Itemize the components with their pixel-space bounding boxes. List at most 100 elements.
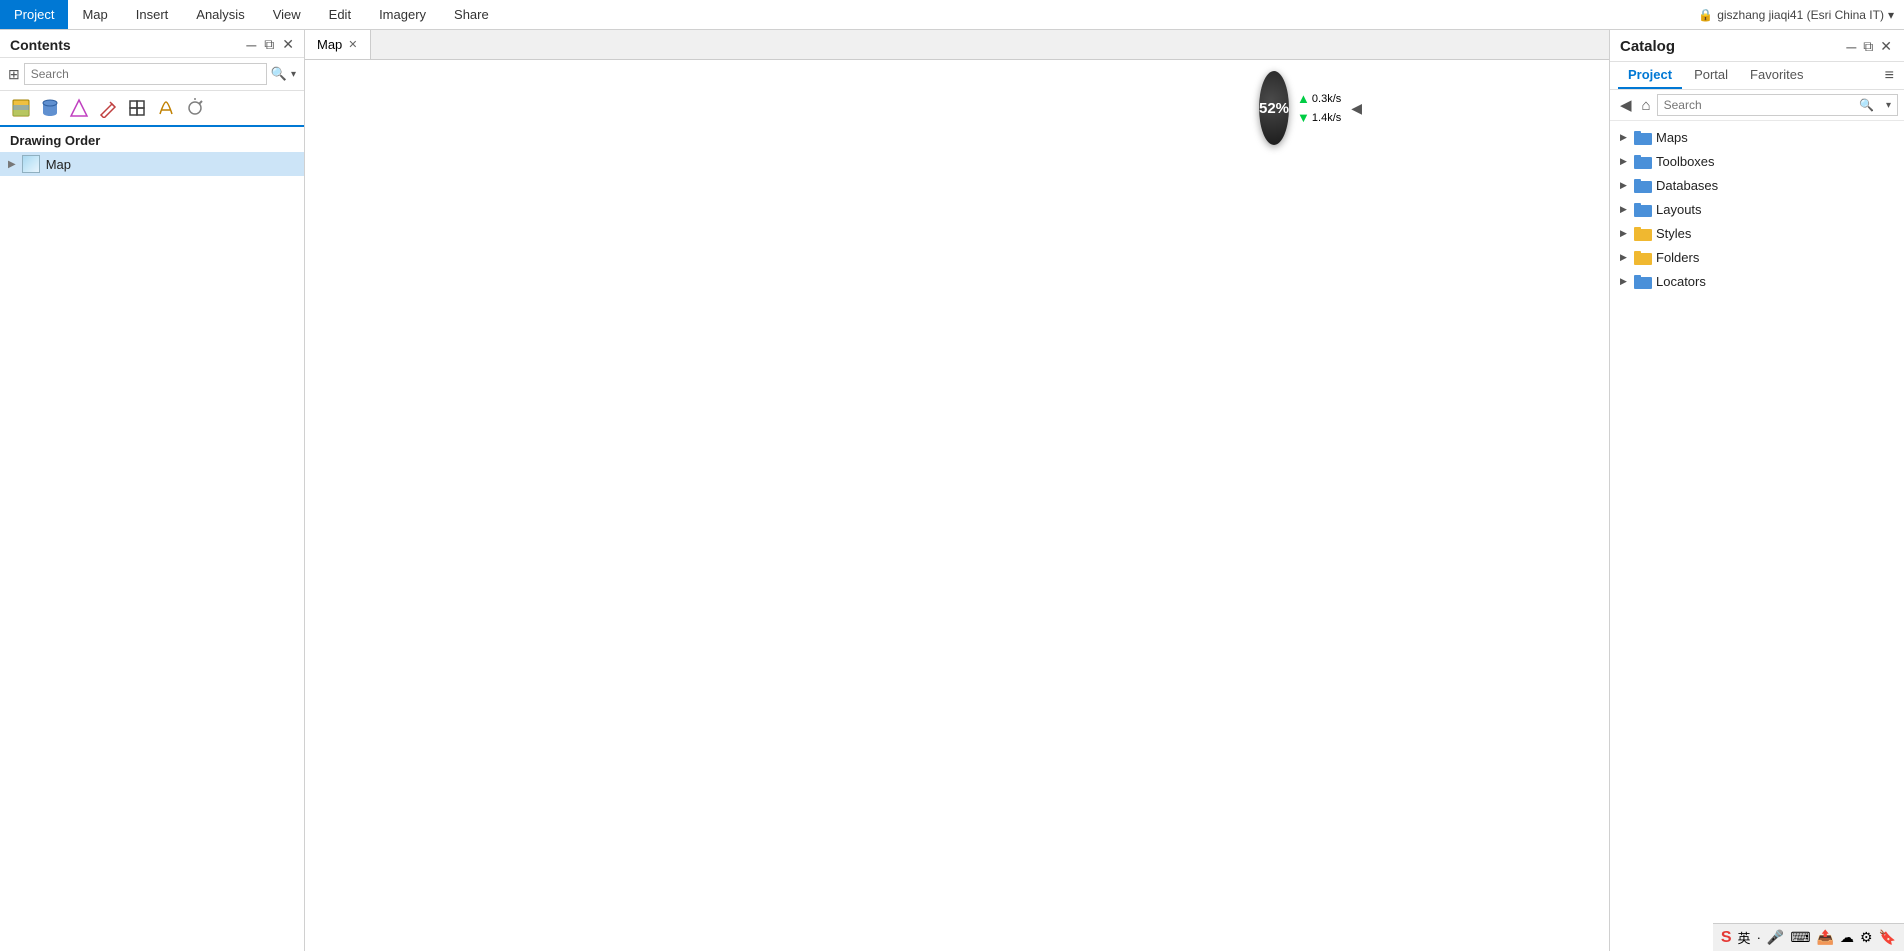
tree-expand-folders: ▶ [1620,252,1630,263]
group-button[interactable] [124,95,150,121]
catalog-header-icons: ─ ⧉ ✕ [1844,38,1894,55]
tree-item-locators[interactable]: ▶ Locators [1610,269,1904,293]
taskbar-cloud-icon[interactable]: ☁ [1840,929,1854,946]
tree-item-maps[interactable]: ▶ Maps [1610,125,1904,149]
tab-share[interactable]: Share [440,0,503,29]
catalog-search-input[interactable] [1658,95,1853,115]
contents-header: Contents ─ ⧉ ✕ [0,30,304,58]
upload-value: 0.3k/s [1312,93,1341,105]
contents-title: Contents [10,37,244,53]
tree-item-layouts[interactable]: ▶ Layouts [1610,197,1904,221]
taskbar-keyboard-icon[interactable]: ⌨ [1790,929,1810,946]
catalog-header: Catalog ─ ⧉ ✕ [1610,30,1904,62]
tab-insert[interactable]: Insert [122,0,183,29]
folder-icon-maps [1634,129,1652,145]
user-info: 🔒 giszhang jiaqi41 (Esri China IT) ▾ [1698,0,1904,29]
edit-button[interactable] [95,95,121,121]
catalog-tree: ▶ Maps ▶ Toolboxes ▶ Databases [1610,121,1904,951]
tab-edit[interactable]: Edit [315,0,365,29]
user-dropdown-icon[interactable]: ▾ [1888,8,1894,22]
ribbon: Project Map Insert Analysis View Edit Im… [0,0,1904,30]
perf-collapse-button[interactable]: ◀ [1351,100,1362,117]
contents-search-bar: ⊞ 🔍 ▾ [0,58,304,91]
contents-search-input[interactable] [24,63,267,85]
catalog-home-button[interactable]: ⌂ [1638,95,1655,116]
tab-project[interactable]: Project [0,0,68,29]
contents-close-button[interactable]: ✕ [280,36,296,53]
folder-icon-toolboxes [1634,153,1652,169]
catalog-float-button[interactable]: ⧉ [1861,38,1875,55]
layer-name-label: Map [46,157,71,172]
tree-expand-databases: ▶ [1620,180,1630,191]
database-button[interactable] [37,95,63,121]
contents-panel: Contents ─ ⧉ ✕ ⊞ 🔍 ▾ [0,30,305,951]
catalog-search-button[interactable]: 🔍 [1853,96,1880,114]
tree-label-folders: Folders [1656,250,1699,265]
tree-expand-layouts: ▶ [1620,204,1630,215]
tree-expand-locators: ▶ [1620,276,1630,287]
filter-icon: ⊞ [8,66,20,83]
folder-icon-locators [1634,273,1652,289]
catalog-search-wrap: 🔍 ▾ [1657,94,1898,116]
taskbar-settings-icon[interactable]: ⚙ [1860,929,1873,946]
tree-item-toolboxes[interactable]: ▶ Toolboxes [1610,149,1904,173]
tree-item-folders[interactable]: ▶ Folders [1610,245,1904,269]
taskbar-s-icon[interactable]: S [1721,929,1732,947]
catalog-tabs: Project Portal Favorites ≡ [1610,62,1904,90]
map-tab-close-button[interactable]: ✕ [348,38,357,51]
catalog-tab-favorites[interactable]: Favorites [1740,62,1813,89]
catalog-close-button[interactable]: ✕ [1878,38,1894,55]
folder-icon-layouts [1634,201,1652,217]
layer-map-icon [22,155,40,173]
contents-pin-button[interactable]: ─ [244,37,258,53]
tree-label-maps: Maps [1656,130,1688,145]
tab-imagery[interactable]: Imagery [365,0,440,29]
folder-icon-databases [1634,177,1652,193]
drawing-order-label: Drawing Order [0,127,304,152]
download-arrow-icon: ▼ [1297,110,1310,125]
catalog-tab-right: ≡ [1883,62,1896,89]
taskbar-mic-icon[interactable]: 🎤 [1767,929,1784,946]
map-canvas: 52% ▲ 0.3k/s ▼ 1.4k/s ◀ [305,60,1609,951]
main-area: Contents ─ ⧉ ✕ ⊞ 🔍 ▾ [0,30,1904,951]
cpu-percent: 52% [1259,100,1289,117]
tab-view[interactable]: View [259,0,315,29]
catalog-tab-project[interactable]: Project [1618,62,1682,89]
feature-layer-button[interactable] [66,95,92,121]
tree-item-databases[interactable]: ▶ Databases [1610,173,1904,197]
catalog-back-button[interactable]: ◀ [1616,94,1636,116]
catalog-menu-button[interactable]: ≡ [1883,67,1896,85]
layer-toolbar [0,91,304,127]
map-area: Map ✕ 52% ▲ 0.3k/s ▼ 1.4k/s [305,30,1609,951]
taskbar-zh-icon[interactable]: 英 [1738,928,1751,947]
contents-search-button[interactable]: 🔍 [271,66,287,82]
taskbar-share-icon[interactable]: 📤 [1817,929,1834,946]
catalog-search-options-button[interactable]: ▾ [1880,98,1897,113]
catalog-panel: Catalog ─ ⧉ ✕ Project Portal Favorites ≡… [1609,30,1904,951]
catalog-tab-portal[interactable]: Portal [1684,62,1738,89]
tab-analysis[interactable]: Analysis [182,0,258,29]
tree-expand-toolboxes: ▶ [1620,156,1630,167]
tree-expand-styles: ▶ [1620,228,1630,239]
tree-label-databases: Databases [1656,178,1718,193]
upload-stat: ▲ 0.3k/s [1297,91,1341,106]
tree-item-styles[interactable]: ▶ Styles [1610,221,1904,245]
cpu-gauge: 52% [1259,71,1289,145]
map-tab[interactable]: Map ✕ [305,30,371,59]
catalog-pin-button[interactable]: ─ [1844,39,1858,55]
layer-expand-icon: ▶ [8,159,16,170]
download-stat: ▼ 1.4k/s [1297,110,1341,125]
tree-expand-maps: ▶ [1620,132,1630,143]
annotation-button[interactable] [153,95,179,121]
download-value: 1.4k/s [1312,112,1341,124]
tab-map[interactable]: Map [68,0,121,29]
performance-widget: 52% ▲ 0.3k/s ▼ 1.4k/s ◀ [1259,68,1339,148]
contents-float-button[interactable]: ⧉ [262,36,276,53]
taskbar-dot-icon[interactable]: · [1757,930,1761,945]
taskbar-extra-icon[interactable]: 🔖 [1879,929,1896,946]
tools-button[interactable] [182,95,208,121]
tree-label-toolboxes: Toolboxes [1656,154,1715,169]
contents-search-dropdown[interactable]: ▾ [291,69,296,80]
add-layer-button[interactable] [8,95,34,121]
layer-item[interactable]: ▶ Map [0,152,304,176]
